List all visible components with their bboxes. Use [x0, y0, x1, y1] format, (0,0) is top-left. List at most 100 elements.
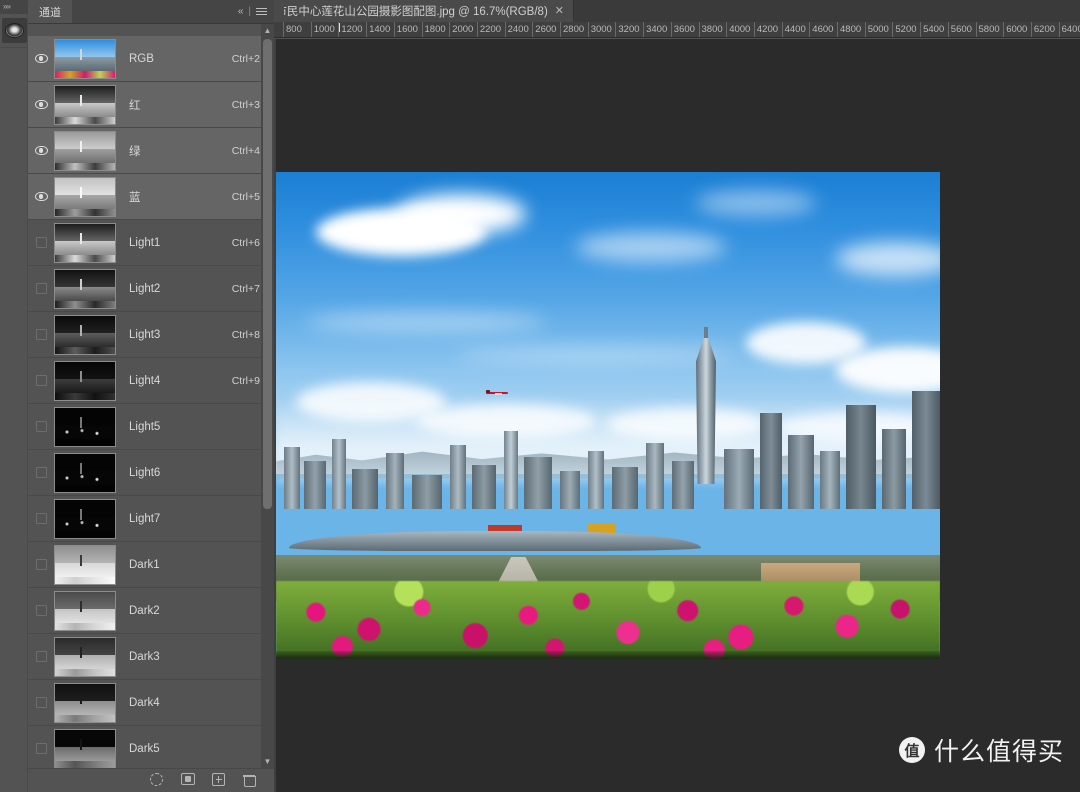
channel-row-红[interactable]: 红 Ctrl+3 [28, 82, 274, 128]
ruler-tick-label: 2000 [452, 24, 474, 35]
double-chevron-right-icon[interactable]: »» [3, 3, 11, 11]
channel-row-蓝[interactable]: 蓝 Ctrl+5 [28, 174, 274, 220]
ruler-tick [670, 22, 672, 37]
channel-row-light7[interactable]: Light7 [28, 496, 274, 542]
bougainvillea-flowers [276, 581, 940, 659]
channel-thumbnail[interactable] [54, 682, 116, 723]
channel-name: Light3 [129, 328, 161, 341]
channel-thumbnail[interactable] [54, 222, 116, 263]
building [450, 445, 466, 509]
rail-expand-bar[interactable]: »» [0, 0, 28, 14]
scrollbar-thumb[interactable] [263, 39, 272, 509]
tab-channels[interactable]: 通道 [28, 0, 72, 23]
visibility-toggle-empty[interactable] [28, 375, 54, 386]
channel-name: Dark5 [129, 742, 160, 755]
channel-thumbnail[interactable] [54, 314, 116, 355]
channel-thumbnail[interactable] [54, 544, 116, 585]
horizontal-ruler[interactable]: 800 1000 1200 1400 1600 1800 2000 2200 2400 2600 2… [274, 22, 1080, 38]
canvas-viewport[interactable]: 值 什么值得买 [274, 39, 1080, 792]
visibility-toggle-empty[interactable] [28, 559, 54, 570]
channel-row-light4[interactable]: Light4 Ctrl+9 [28, 358, 274, 404]
channel-row-dark4[interactable]: Dark4 [28, 680, 274, 726]
eye-icon[interactable] [28, 54, 54, 63]
visibility-toggle-empty[interactable] [28, 651, 54, 662]
visibility-toggle-empty[interactable] [28, 421, 54, 432]
ruler-tick-label: 4000 [729, 24, 751, 35]
channel-list-scrollbar[interactable]: ▲ ▼ [261, 24, 274, 768]
building [386, 453, 404, 509]
eye-icon[interactable] [28, 192, 54, 201]
ruler-tick [975, 22, 977, 37]
delete-channel-icon[interactable] [242, 773, 258, 788]
channel-row-dark3[interactable]: Dark3 [28, 634, 274, 680]
visibility-toggle-empty[interactable] [28, 329, 54, 340]
channel-thumbnail[interactable] [54, 452, 116, 493]
ruler-tick [837, 22, 838, 37]
quickmask-icon-button[interactable] [2, 18, 27, 43]
building [588, 451, 604, 509]
channel-thumbnail[interactable] [54, 590, 116, 631]
visibility-toggle-empty[interactable] [28, 283, 54, 294]
ruler-tick-label: 4200 [756, 24, 779, 35]
document-image[interactable] [276, 172, 940, 659]
channel-row-dark2[interactable]: Dark2 [28, 588, 274, 634]
eye-icon[interactable] [28, 146, 54, 155]
ruler-tick [587, 22, 589, 37]
ruler-tick [753, 22, 755, 37]
ruler-tick-label: 4600 [812, 24, 834, 35]
channel-thumbnail[interactable] [54, 360, 116, 401]
channel-name: Light6 [129, 466, 161, 479]
building [612, 467, 638, 509]
channel-row-light3[interactable]: Light3 Ctrl+8 [28, 312, 274, 358]
ruler-tick-label: 5000 [867, 24, 889, 35]
channel-row-light2[interactable]: Light2 Ctrl+7 [28, 266, 274, 312]
visibility-toggle-empty[interactable] [28, 513, 54, 524]
chevron-up-icon[interactable]: ▲ [261, 24, 274, 37]
building [472, 465, 496, 509]
visibility-toggle-empty[interactable] [28, 237, 54, 248]
channel-thumbnail[interactable] [54, 406, 116, 447]
eye-icon[interactable] [28, 100, 54, 109]
visibility-toggle-empty[interactable] [28, 605, 54, 616]
channel-thumbnail[interactable] [54, 84, 116, 125]
chevron-down-icon[interactable]: ▼ [261, 755, 274, 768]
building [412, 475, 442, 509]
close-icon[interactable]: ✕ [555, 5, 564, 17]
channel-thumbnail[interactable] [54, 728, 116, 768]
ruler-tick [1030, 22, 1032, 37]
ruler-tick [864, 22, 866, 37]
channel-thumbnail[interactable] [54, 636, 116, 677]
channel-thumbnail[interactable] [54, 176, 116, 217]
channel-row-light5[interactable]: Light5 [28, 404, 274, 450]
cloud [576, 232, 726, 262]
ruler-tick [283, 22, 284, 37]
visibility-toggle-empty[interactable] [28, 467, 54, 478]
ruler-tick [560, 22, 561, 37]
save-selection-icon[interactable] [181, 773, 196, 788]
tab-channels-label: 通道 [39, 6, 61, 19]
double-chevron-left-icon[interactable]: « [238, 6, 244, 17]
channel-thumbnail[interactable] [54, 38, 116, 79]
document-tab[interactable]: 城市建筑市民中心莲花山公园摄影图配图.jpg @ 16.7%(RGB/8) * … [274, 0, 574, 22]
channel-list[interactable]: RGB Ctrl+2 红 Ctrl+3 绿 Ctrl+4 蓝 Ctrl+5 Light1 Ctrl… [28, 36, 274, 768]
channel-thumbnail[interactable] [54, 268, 116, 309]
channel-row-light6[interactable]: Light6 [28, 450, 274, 496]
hamburger-menu-icon[interactable] [256, 6, 267, 17]
channel-name: Light1 [129, 236, 161, 249]
channel-row-light1[interactable]: Light1 Ctrl+6 [28, 220, 274, 266]
ruler-tick [310, 22, 312, 37]
ruler-tick [1003, 22, 1005, 37]
image-bottom-shadow [276, 651, 940, 659]
channel-row-rgb[interactable]: RGB Ctrl+2 [28, 36, 274, 82]
channel-thumbnail[interactable] [54, 130, 116, 171]
channel-row-dark1[interactable]: Dark1 [28, 542, 274, 588]
visibility-toggle-empty[interactable] [28, 697, 54, 708]
channel-row-绿[interactable]: 绿 Ctrl+4 [28, 128, 274, 174]
channel-row-dark5[interactable]: Dark5 [28, 726, 274, 768]
visibility-toggle-empty[interactable] [28, 743, 54, 754]
ruler-tick [615, 22, 617, 37]
channel-thumbnail[interactable] [54, 498, 116, 539]
new-channel-icon[interactable] [212, 773, 227, 788]
building [646, 443, 664, 509]
load-selection-icon[interactable] [150, 773, 165, 788]
